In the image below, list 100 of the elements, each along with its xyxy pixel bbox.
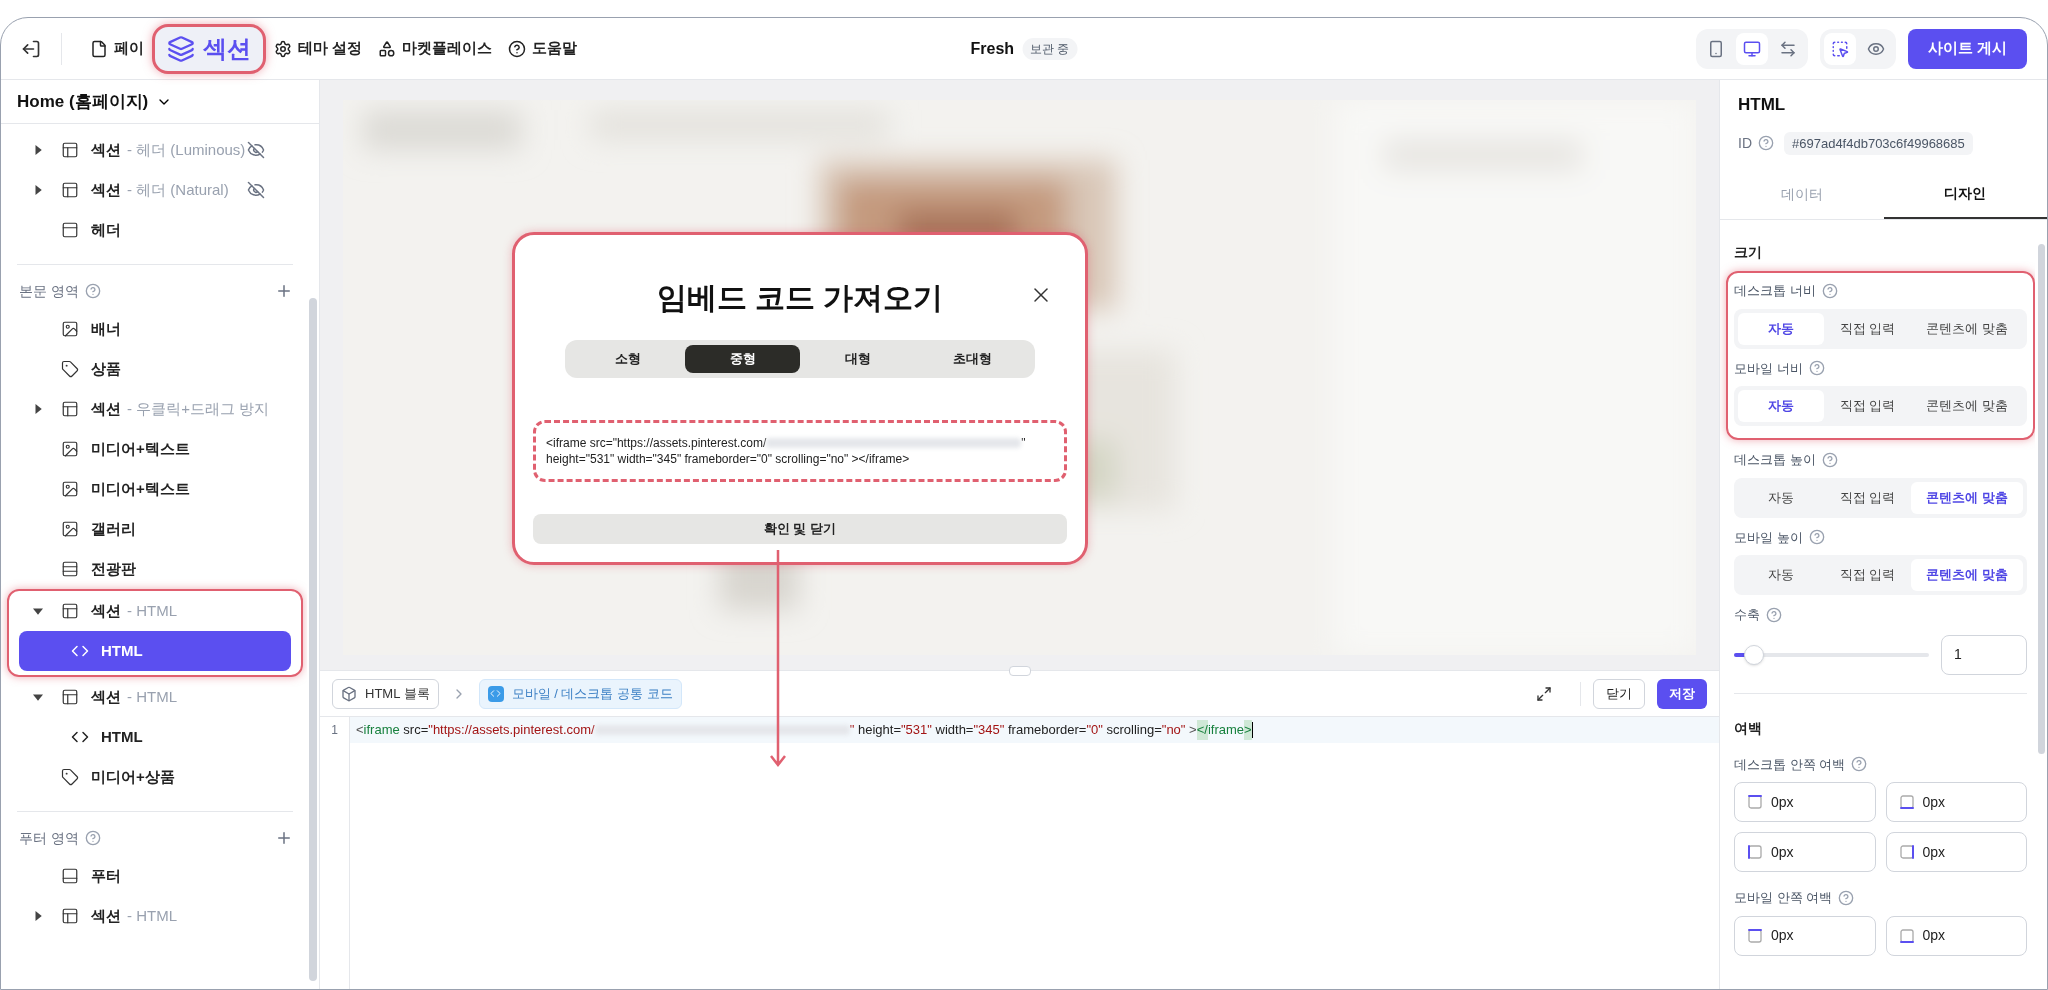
layer-item[interactable]: 섹션 - 헤더 (Luminous) xyxy=(9,130,301,170)
help-icon[interactable] xyxy=(1821,282,1838,299)
segment-option[interactable]: 직접 입력 xyxy=(1824,559,1911,591)
layer-item[interactable]: 섹션 - HTML xyxy=(9,896,301,936)
segment-option[interactable]: 자동 xyxy=(1738,481,1825,514)
panel-tab[interactable]: 디자인 xyxy=(1883,169,2047,219)
segment-option[interactable]: 자동 xyxy=(1738,559,1825,591)
padding-input[interactable]: 0px xyxy=(1885,915,2027,956)
number-input[interactable]: 1 xyxy=(1941,634,2027,675)
caret-icon[interactable] xyxy=(33,404,43,414)
help-icon[interactable] xyxy=(1821,451,1838,468)
add-icon[interactable] xyxy=(275,282,293,300)
status-badge: 보관 중 xyxy=(1022,37,1078,60)
layer-name: 갤러리 xyxy=(91,518,136,539)
caret-icon[interactable] xyxy=(33,692,43,702)
layer-name: 미디어+텍스트 xyxy=(91,478,190,499)
sections-tab[interactable]: 섹션 xyxy=(152,23,266,74)
layer-item[interactable]: 푸터 xyxy=(9,856,301,896)
layer-item[interactable]: 섹션 - 우클릭+드래그 방지 xyxy=(9,389,301,429)
padding-value: 0px xyxy=(1922,792,1946,812)
view-toggle[interactable] xyxy=(1823,32,1856,65)
code-token: width= xyxy=(934,721,974,740)
breadcrumb-chip[interactable]: 모바일 / 데스크톱 공통 코드 xyxy=(478,678,682,709)
layer-item[interactable]: 미디어+텍스트 xyxy=(9,469,301,509)
layer-item[interactable]: 미디어+텍스트 xyxy=(9,429,301,469)
segment-option[interactable]: 직접 입력 xyxy=(1824,481,1911,514)
help-icon[interactable] xyxy=(84,283,101,299)
embed-code-box[interactable]: <iframe src="https://assets.pinterest.com/ " height="531" width="345" frameborder="0" scrolling="no" ></iframe> xyxy=(533,420,1067,482)
code-token: < xyxy=(356,721,364,740)
segment-option[interactable]: 자동 xyxy=(1738,312,1825,345)
segment-option[interactable]: 콘텐츠에 맞춤 xyxy=(1910,390,2023,422)
layer-item[interactable]: 헤더 xyxy=(9,210,301,250)
help-icon[interactable] xyxy=(1838,889,1855,906)
add-icon[interactable] xyxy=(275,829,293,847)
layer-item[interactable]: HTML xyxy=(19,717,291,757)
layer-item[interactable]: 갤러리 xyxy=(9,509,301,549)
layer-item[interactable]: 전광판 xyxy=(9,549,301,589)
resize-handle[interactable] xyxy=(1008,666,1031,676)
breadcrumb-chip[interactable]: HTML 블록 xyxy=(332,678,439,709)
padding-side-icon xyxy=(1898,927,1915,944)
size-tab[interactable]: 중형 xyxy=(685,345,800,373)
caret-icon[interactable] xyxy=(33,606,43,616)
site-name: Fresh xyxy=(970,38,1015,59)
nav-tab[interactable]: 마켓플레이스 xyxy=(370,37,501,60)
padding-value: 0px xyxy=(1771,792,1794,812)
size-tab[interactable]: 대형 xyxy=(800,345,915,373)
layer-name: 배너 xyxy=(91,318,121,339)
view-toggle[interactable] xyxy=(1735,32,1768,65)
caret-icon[interactable] xyxy=(33,145,43,155)
nav-tab[interactable]: 도움말 xyxy=(500,37,586,60)
segment-option[interactable]: 콘텐츠에 맞춤 xyxy=(1910,559,2023,591)
layer-item[interactable]: 상품 xyxy=(9,349,301,389)
shrink-slider[interactable] xyxy=(1734,644,1929,665)
eye-off-icon[interactable] xyxy=(247,181,265,199)
size-tab[interactable]: 초대형 xyxy=(915,345,1030,373)
close-button[interactable]: 닫기 xyxy=(1593,678,1645,709)
padding-input[interactable]: 0px xyxy=(1734,832,1876,872)
segment-option[interactable]: 자동 xyxy=(1738,390,1825,422)
expand-icon[interactable] xyxy=(1536,685,1552,702)
padding-input[interactable]: 0px xyxy=(1734,915,1876,956)
help-icon[interactable] xyxy=(1808,529,1825,546)
layer-name: 전광판 xyxy=(91,558,136,579)
padding-side-icon xyxy=(1898,794,1915,810)
layer-item[interactable]: 미디어+상품 xyxy=(9,757,301,797)
help-icon[interactable] xyxy=(1766,606,1782,623)
settings-icon xyxy=(274,39,292,58)
layer-item[interactable]: 섹션 - 헤더 (Natural) xyxy=(9,170,301,210)
layer-name: 섹션 xyxy=(91,179,121,200)
layer-detail: - HTML xyxy=(127,905,177,926)
code-token: frameborder= xyxy=(1007,721,1087,740)
nav-tab[interactable]: 테마 설정 xyxy=(266,37,371,60)
help-icon[interactable] xyxy=(1758,135,1774,152)
eye-off-icon[interactable] xyxy=(247,141,265,159)
segment-option[interactable]: 콘텐츠에 맞춤 xyxy=(1910,312,2023,345)
help-icon[interactable] xyxy=(1808,360,1825,377)
padding-input[interactable]: 0px xyxy=(1885,832,2027,872)
nav-tab[interactable]: 페이 xyxy=(82,37,152,60)
segment-option[interactable]: 콘텐츠에 맞춤 xyxy=(1910,481,2023,514)
layer-item[interactable]: 배너 xyxy=(9,309,301,349)
help-icon[interactable] xyxy=(84,830,101,846)
exit-icon[interactable] xyxy=(21,38,41,59)
layer-item[interactable]: 섹션 - HTML xyxy=(9,591,301,631)
segment-option[interactable]: 직접 입력 xyxy=(1824,390,1911,422)
code-token: " xyxy=(849,721,855,740)
layer-item[interactable]: HTML xyxy=(19,631,291,671)
save-button[interactable]: 저장 xyxy=(1657,678,1707,709)
segment-option[interactable]: 직접 입력 xyxy=(1824,312,1911,345)
caret-icon[interactable] xyxy=(33,185,43,195)
padding-input[interactable]: 0px xyxy=(1885,782,2027,822)
confirm-button[interactable]: 확인 및 닫기 xyxy=(533,514,1067,544)
help-icon[interactable] xyxy=(1851,756,1868,773)
padding-input[interactable]: 0px xyxy=(1734,782,1876,822)
layer-name: 섹션 xyxy=(91,398,121,419)
caret-icon[interactable] xyxy=(33,911,43,921)
code-token: iframe xyxy=(363,721,400,740)
section-title: 여백 xyxy=(1734,718,1763,738)
size-tab[interactable]: 소형 xyxy=(570,345,685,373)
layer-item[interactable]: 섹션 - HTML xyxy=(9,677,301,717)
slider-thumb[interactable] xyxy=(1743,644,1764,665)
publish-button[interactable]: 사이트 게시 xyxy=(1907,28,2027,69)
